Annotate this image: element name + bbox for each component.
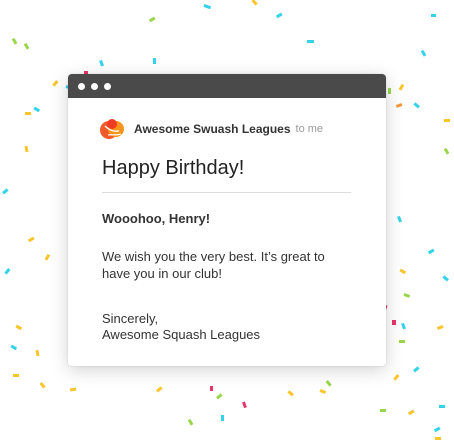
sender-row: Awesome Swuash Leagues to me [100,116,352,142]
squash-ball-logo-icon [100,119,124,139]
window-dot-icon[interactable] [104,82,111,90]
window-titlebar [68,74,386,98]
window-dot-icon[interactable] [78,82,85,90]
email-signature: Awesome Squash Leagues [102,327,261,342]
email-closing: Sincerely, [102,311,159,326]
email-greeting: Wooohoo, Henry! [102,211,211,226]
sender-name[interactable]: Awesome Swuash Leagues [134,122,291,136]
email-content: Awesome Swuash Leagues to me Happy Birth… [68,98,386,343]
window-dot-icon[interactable] [91,82,98,90]
email-subject: Happy Birthday! [102,157,245,179]
email-body: We wish you the very best. It’s great to… [102,249,325,281]
email-window: Awesome Swuash Leagues to me Happy Birth… [68,74,386,366]
divider [102,192,351,193]
recipient-label[interactable]: to me [296,123,324,135]
email-signoff: Sincerely, Awesome Squash Leagues [102,311,352,343]
